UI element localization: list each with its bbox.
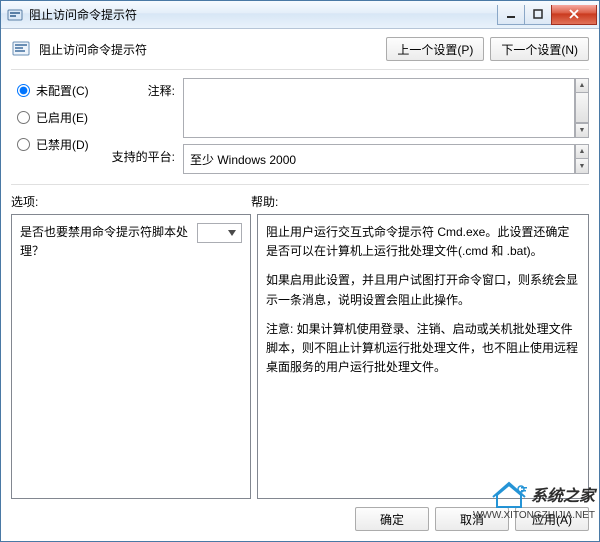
option-question: 是否也要禁用命令提示符脚本处理？ <box>20 223 189 261</box>
options-panel: 是否也要禁用命令提示符脚本处理？ <box>11 214 251 499</box>
minimize-icon <box>506 9 516 19</box>
panels: 是否也要禁用命令提示符脚本处理？ 阻止用户运行交互式命令提示符 Cmd.exe。… <box>1 214 599 499</box>
help-paragraph-3: 注意: 如果计算机使用登录、注销、启动或关机批处理文件脚本，则不阻止计算机运行批… <box>266 320 580 378</box>
comment-spinner-track <box>575 93 589 123</box>
window-title: 阻止访问命令提示符 <box>29 6 498 23</box>
radio-not-configured-label: 未配置(C) <box>36 82 89 99</box>
app-icon <box>7 7 23 23</box>
help-paragraph-2: 如果启用此设置，并且用户试图打开命令窗口，则系统会显示一条消息，说明设置会阻止此… <box>266 271 580 309</box>
maximize-icon <box>533 9 543 19</box>
comment-spinner-up[interactable]: ▲ <box>575 78 589 93</box>
help-panel[interactable]: 阻止用户运行交互式命令提示符 Cmd.exe。此设置还确定是否可以在计算机上运行… <box>257 214 589 499</box>
radio-enabled[interactable]: 已启用(E) <box>17 109 105 126</box>
window-controls <box>498 5 597 25</box>
radio-disabled-label: 已禁用(D) <box>36 136 89 153</box>
header: 阻止访问命令提示符 上一个设置(P) 下一个设置(N) <box>1 29 599 69</box>
option-dropdown[interactable] <box>197 223 242 243</box>
radio-disabled[interactable]: 已禁用(D) <box>17 136 105 153</box>
minimize-button[interactable] <box>497 5 525 25</box>
nav-buttons: 上一个设置(P) 下一个设置(N) <box>386 37 589 61</box>
radio-not-configured-input[interactable] <box>17 84 30 97</box>
previous-setting-button[interactable]: 上一个设置(P) <box>386 37 484 61</box>
next-setting-button[interactable]: 下一个设置(N) <box>490 37 589 61</box>
policy-icon <box>11 39 31 59</box>
page-title: 阻止访问命令提示符 <box>39 41 386 58</box>
close-button[interactable] <box>551 5 597 25</box>
supported-platform-field: 至少 Windows 2000 <box>183 144 575 174</box>
comment-textarea[interactable] <box>183 78 575 138</box>
help-label: 帮助: <box>251 193 589 210</box>
radio-disabled-input[interactable] <box>17 138 30 151</box>
comment-row: 注释: ▲ ▼ <box>105 78 589 138</box>
supported-spinner: ▲ ▼ <box>575 144 589 174</box>
comment-spinner-down[interactable]: ▼ <box>575 123 589 138</box>
help-paragraph-1: 阻止用户运行交互式命令提示符 Cmd.exe。此设置还确定是否可以在计算机上运行… <box>266 223 580 261</box>
chevron-down-icon <box>225 226 239 240</box>
cancel-button[interactable]: 取消 <box>435 507 509 531</box>
close-icon <box>568 9 580 19</box>
comment-spinner: ▲ ▼ <box>575 78 589 138</box>
radio-enabled-input[interactable] <box>17 111 30 124</box>
supported-label: 支持的平台: <box>105 144 175 165</box>
titlebar: 阻止访问命令提示符 <box>1 1 599 29</box>
supported-spinner-up[interactable]: ▲ <box>575 144 589 159</box>
config-row: 未配置(C) 已启用(E) 已禁用(D) 注释: ▲ ▼ <box>1 70 599 178</box>
radio-enabled-label: 已启用(E) <box>36 109 88 126</box>
supported-platform-value: 至少 Windows 2000 <box>190 151 296 168</box>
apply-button[interactable]: 应用(A) <box>515 507 589 531</box>
policy-editor-window: 阻止访问命令提示符 阻止访问命令提示符 上一个设置(P) 下一个设置(N) <box>0 0 600 542</box>
options-label: 选项: <box>11 193 251 210</box>
state-radio-group: 未配置(C) 已启用(E) 已禁用(D) <box>17 78 105 153</box>
supported-spinner-down[interactable]: ▼ <box>575 159 589 174</box>
section-labels: 选项: 帮助: <box>1 185 599 214</box>
maximize-button[interactable] <box>524 5 552 25</box>
comment-label: 注释: <box>105 78 175 99</box>
radio-not-configured[interactable]: 未配置(C) <box>17 82 105 99</box>
supported-row: 支持的平台: 至少 Windows 2000 ▲ ▼ <box>105 144 589 174</box>
ok-button[interactable]: 确定 <box>355 507 429 531</box>
footer: 确定 取消 应用(A) <box>1 499 599 541</box>
field-column: 注释: ▲ ▼ 支持的平台: 至少 Windows 2000 <box>105 78 589 174</box>
